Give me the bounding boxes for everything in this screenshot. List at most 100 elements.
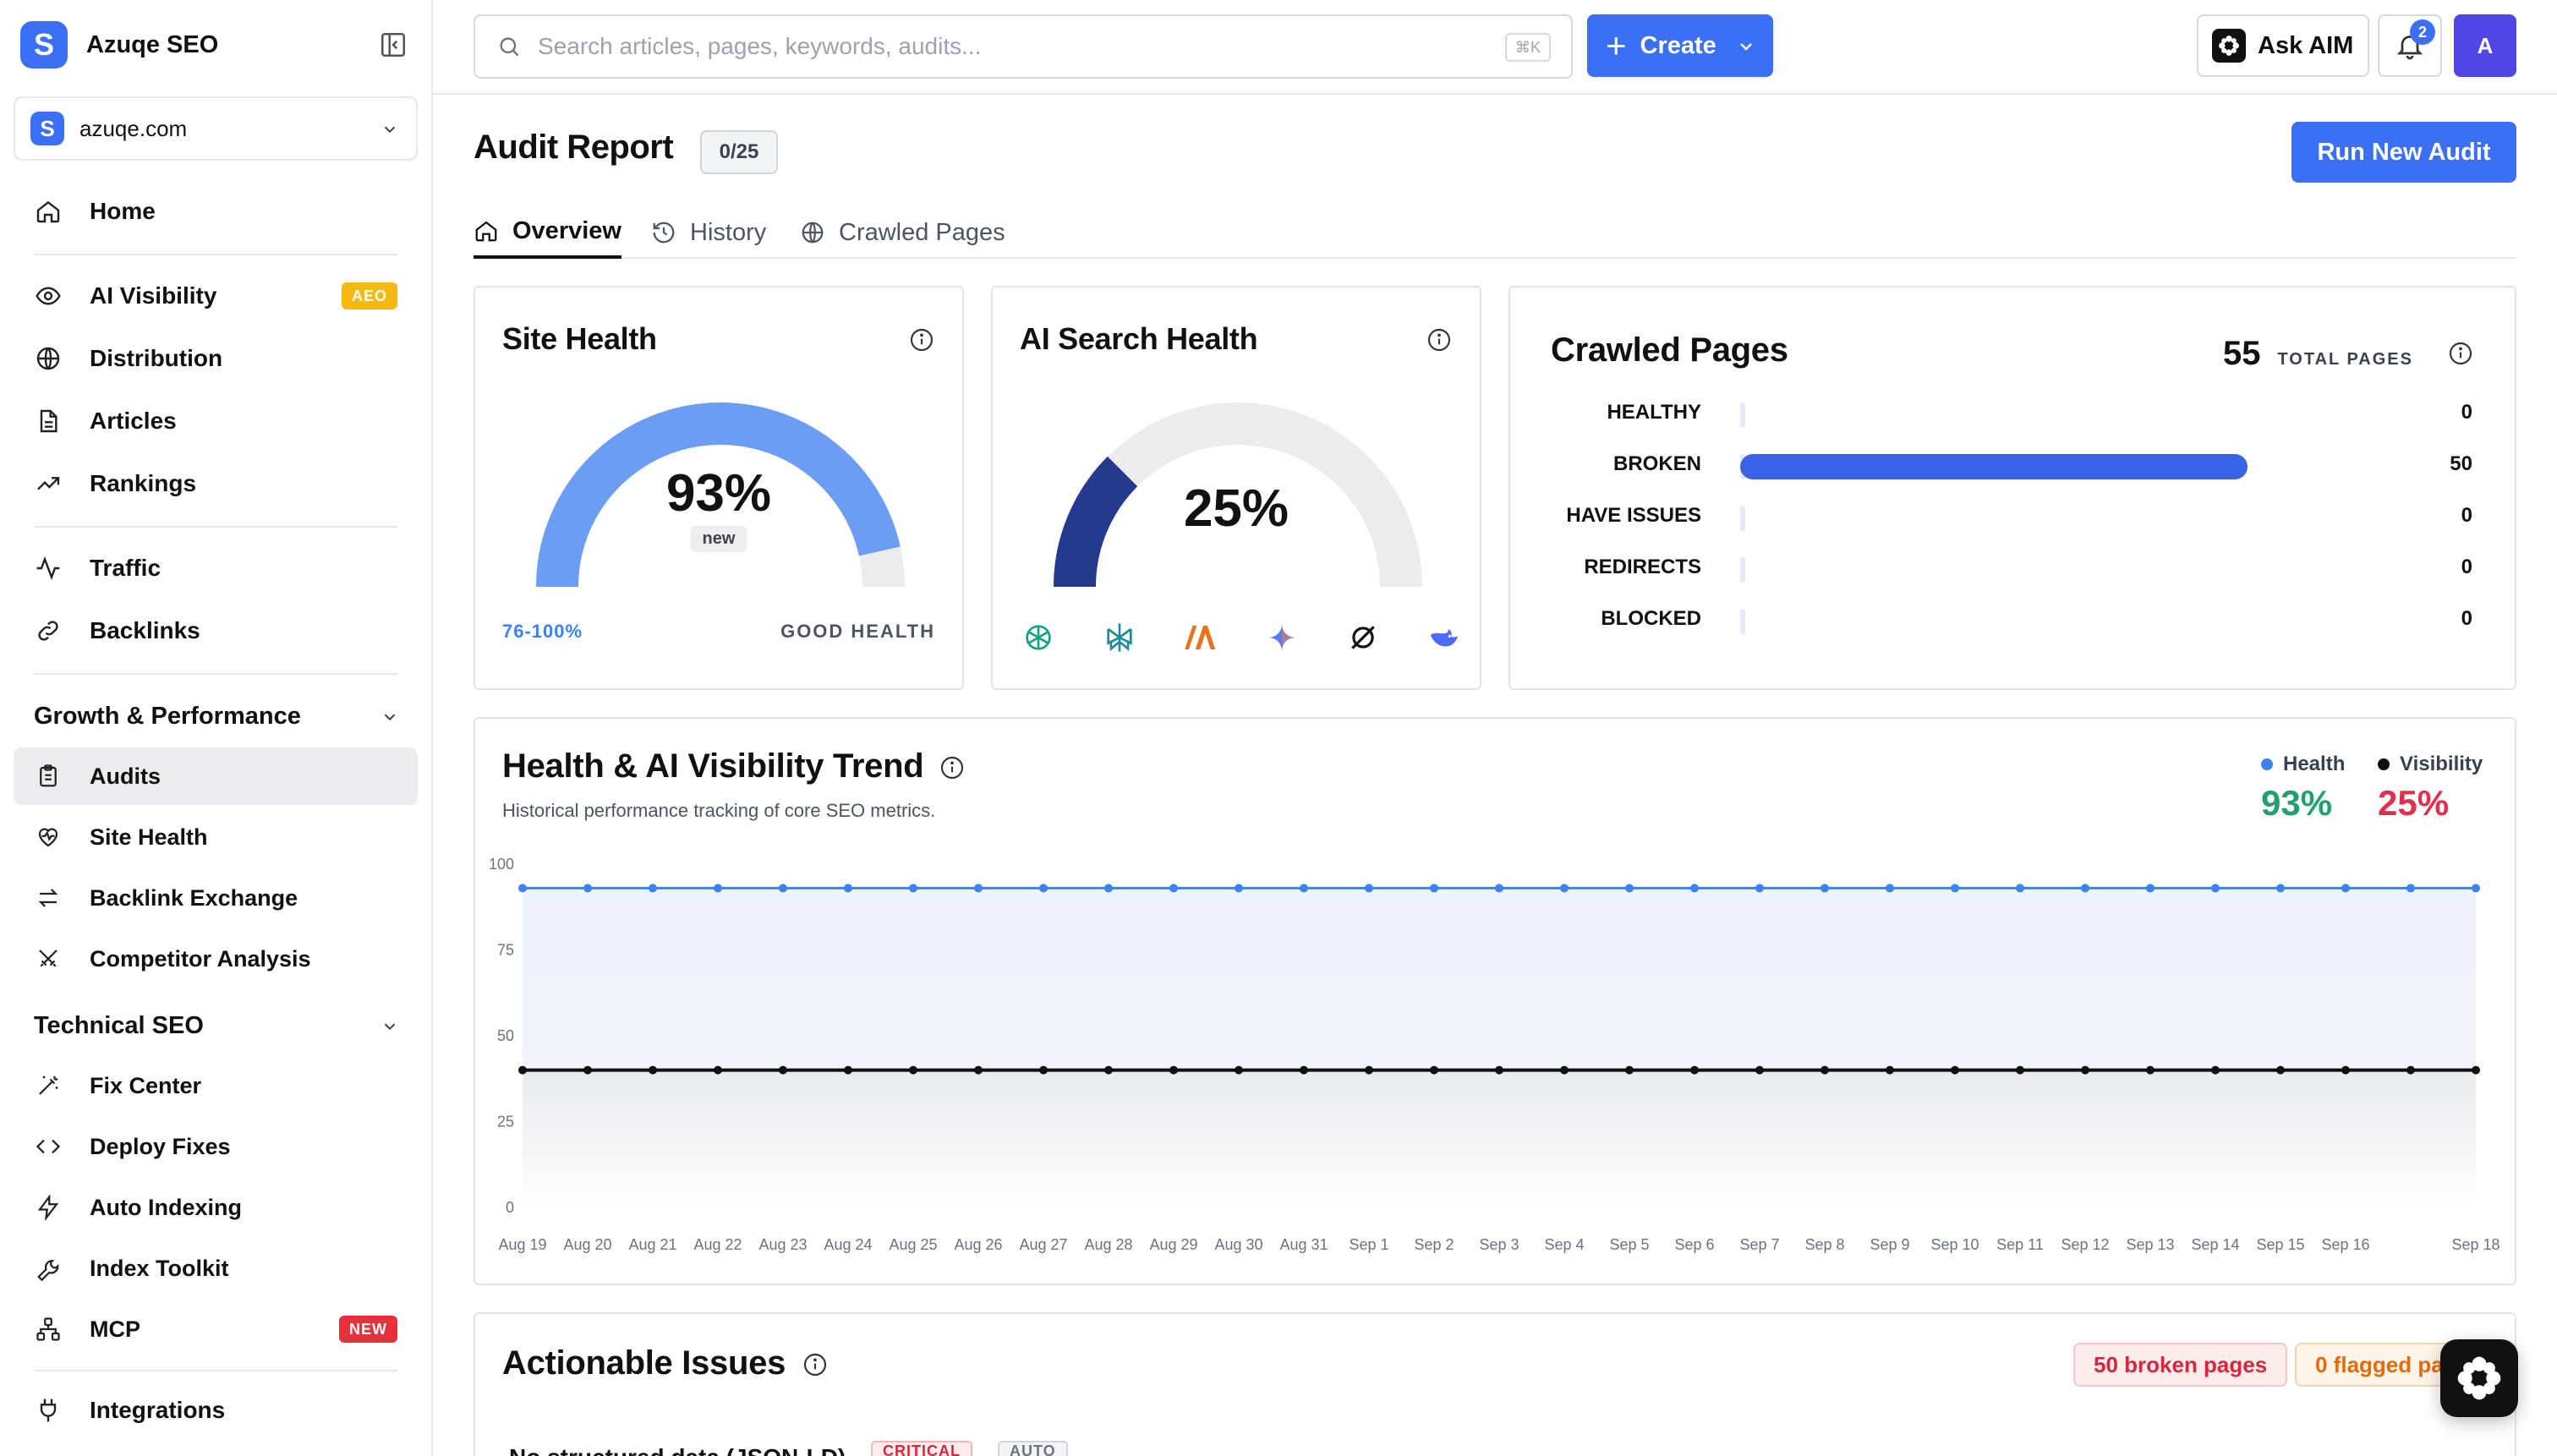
sidebar-item-label: Site Health [90,824,208,850]
crawl-bar-base [1740,402,1745,428]
sidebar-item-articles[interactable]: Articles [14,392,418,450]
ask-aim-button[interactable]: Ask AIM [2197,14,2369,77]
health-status: GOOD HEALTH [780,621,935,642]
search-placeholder: Search articles, pages, keywords, audits… [538,33,982,59]
health-point [2211,884,2220,893]
visibility-point [583,1065,592,1075]
site-logo-icon: S [30,112,64,145]
health-point [2276,884,2285,893]
visibility-point [1625,1065,1634,1075]
crawl-bar-track [1740,454,2298,479]
x-tick-label: Sep 1 [1349,1236,1388,1253]
crawled-pages-card: Crawled Pages 55 TOTAL PAGES HEALTHY 0 BRO… [1508,286,2516,690]
sidebar-item-audits[interactable]: Audits [14,747,418,805]
sidebar-item-auto-indexing[interactable]: Auto Indexing [14,1179,418,1236]
eye-icon [34,282,63,310]
visibility-point [649,1065,657,1075]
sidebar-item-backlinks[interactable]: Backlinks [14,602,418,660]
sidebar-item-traffic[interactable]: Traffic [14,539,418,597]
sidebar-item-ai-visibility[interactable]: AI Visibility AEO [14,267,418,325]
x-tick-label: Aug 21 [628,1236,676,1253]
info-icon[interactable] [908,326,935,353]
chevron-down-icon [384,1023,396,1031]
x-tick-label: Sep 16 [2321,1236,2369,1253]
section-growth-performance[interactable]: Growth & Performance [34,695,399,737]
avatar[interactable]: A [2454,14,2516,77]
issue-title[interactable]: No structured data (JSON-LD) [509,1444,846,1456]
crawl-bar-base [1740,506,1745,531]
tab-label: History [690,218,767,246]
sidebar-item-mcp[interactable]: MCP NEW [14,1300,418,1358]
health-point [649,884,657,893]
crawl-row-value: 0 [2461,607,2472,630]
ai-assistant-fab[interactable] [2440,1339,2518,1417]
tab-label: Overview [512,216,621,244]
new-pill: new [690,526,747,552]
sidebar-item-distribution[interactable]: Distribution [14,330,418,387]
sidebar-item-label: Articles [90,408,177,434]
globe-icon [802,222,824,244]
search-input[interactable]: Search articles, pages, keywords, audits… [474,14,1573,79]
crawl-row-healthy[interactable]: HEALTHY 0 [1510,396,2515,430]
tab-history[interactable]: History [651,206,766,259]
info-icon[interactable] [1426,326,1453,353]
sidebar-item-competitor-analysis[interactable]: Competitor Analysis [14,930,418,988]
swap-arrows-icon [34,884,63,912]
sidebar-item-label: Backlinks [90,617,200,643]
visibility-point [1690,1065,1699,1075]
tab-overview[interactable]: Overview [474,206,621,259]
auto-tag: AUTO [998,1441,1068,1456]
code-icon [34,1132,63,1161]
notifications-button[interactable]: 2 [2378,14,2442,77]
crawl-row-redirects[interactable]: REDIRECTS 0 [1510,550,2515,584]
broken-pages-badge[interactable]: 50 broken pages [2073,1343,2288,1387]
crawl-row-have-issues[interactable]: HAVE ISSUES 0 [1510,499,2515,533]
topbar-divider [433,93,2557,95]
health-point [1104,884,1113,893]
sidebar-collapse-icon[interactable] [379,30,408,59]
ai-engine-icons [1018,617,1475,658]
crawl-bar-fill [1740,454,2248,479]
run-new-audit-button[interactable]: Run New Audit [2291,122,2516,183]
site-selector[interactable]: S azuqe.com [14,96,418,161]
visibility-point [1039,1065,1048,1075]
sidebar-item-deploy-fixes[interactable]: Deploy Fixes [14,1118,418,1175]
sidebar-item-label: Audits [90,763,161,789]
x-tick-label: Sep 7 [1739,1236,1779,1253]
trend-chart: 0 25 50 75 100 Aug 19 Aug 20 Aug 21 Aug 22 Aug 23… [489,856,2500,1253]
sidebar-item-home[interactable]: Home [14,183,418,240]
sidebar-item-label: Competitor Analysis [90,945,311,972]
sidebar-item-site-health[interactable]: Site Health [14,808,418,866]
crawl-row-broken[interactable]: BROKEN 50 [1510,447,2515,481]
health-point [1039,884,1048,893]
tab-crawled-pages[interactable]: Crawled Pages [800,206,1005,259]
create-button[interactable]: + Create [1587,14,1773,77]
visibility-point [2341,1065,2350,1075]
sidebar-item-fix-center[interactable]: Fix Center [14,1057,418,1114]
health-point [1886,884,1894,893]
visibility-point [1886,1065,1894,1075]
site-health-card: Site Health 93% new 76-100% GOOD HEALTH [474,286,964,690]
divider [34,254,397,255]
crawl-row-blocked[interactable]: BLOCKED 0 [1510,602,2515,636]
crawl-total: 55 TOTAL PAGES [2223,335,2413,373]
brand[interactable]: S Azuqe SEO [20,20,409,69]
sidebar-item-backlink-exchange[interactable]: Backlink Exchange [14,869,418,927]
card-title: AI Search Health [1020,321,1258,356]
critical-tag: CRITICAL [871,1441,972,1456]
sidebar-item-label: Integrations [90,1397,226,1423]
sidebar-item-label: MCP [90,1316,140,1342]
info-icon[interactable] [2447,340,2474,367]
sidebar-item-index-toolkit[interactable]: Index Toolkit [14,1240,418,1297]
section-technical-seo[interactable]: Technical SEO [34,1004,399,1047]
gemini-icon [1262,617,1302,658]
x-tick-label: Sep 4 [1544,1236,1584,1253]
info-icon[interactable] [802,1351,829,1378]
health-point [2406,884,2415,893]
sidebar-item-integrations[interactable]: Integrations [14,1382,418,1439]
divider [34,526,397,528]
chevron-down-icon [1740,43,1752,51]
link-icon [34,616,63,645]
sidebar-item-rankings[interactable]: Rankings [14,455,418,512]
health-point [1755,884,1764,893]
